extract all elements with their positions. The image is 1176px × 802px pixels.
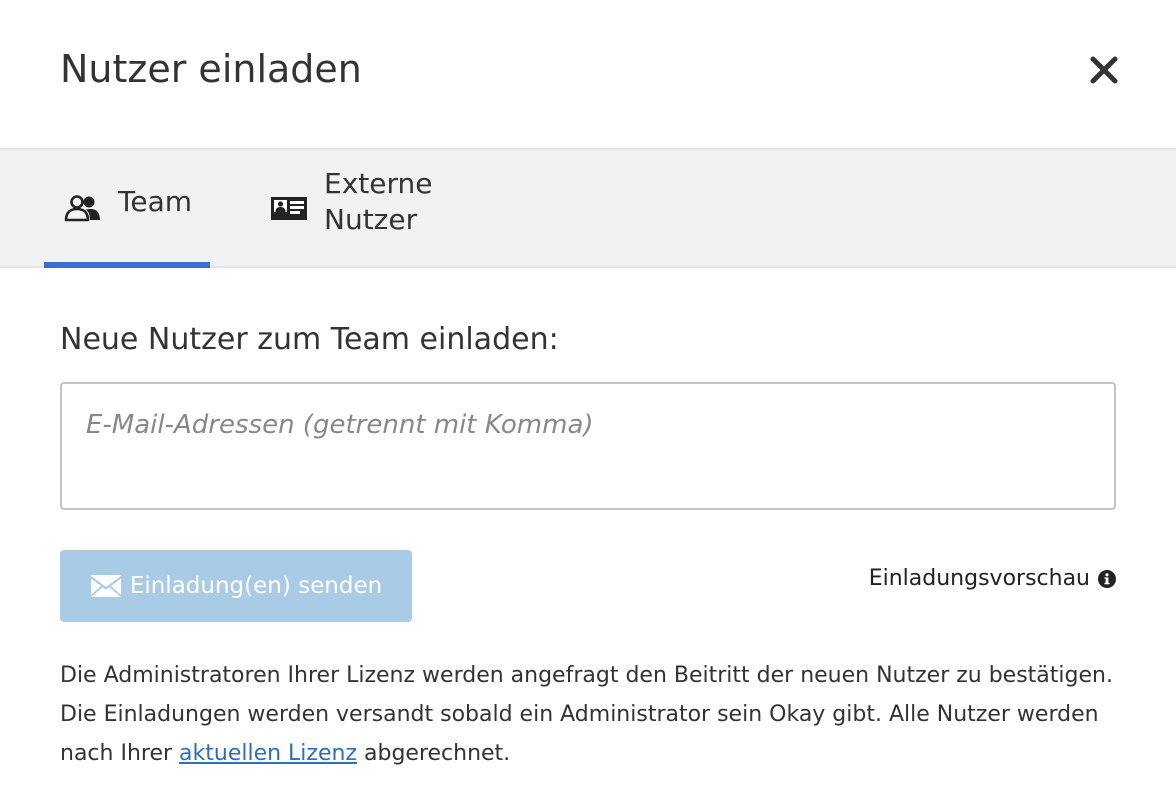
invite-heading: Neue Nutzer zum Team einladen: [60, 322, 559, 357]
license-info-after: abgerechnet. [357, 741, 511, 766]
email-addresses-input[interactable] [60, 382, 1116, 510]
tab-external-users[interactable]: Externe Nutzer [250, 150, 550, 266]
tab-team[interactable]: Team [44, 150, 210, 268]
license-info-text: Die Administratoren Ihrer Lizenz werden … [60, 656, 1120, 773]
invitation-preview-link[interactable]: Einladungsvorschau [869, 566, 1116, 591]
envelope-icon [90, 574, 122, 598]
tab-external-users-label: Externe Nutzer [324, 167, 433, 236]
id-card-icon [270, 194, 308, 222]
invite-users-dialog: Nutzer einladen Team Externe Nutzer Neue… [0, 0, 1176, 802]
users-icon [64, 194, 102, 222]
close-button[interactable] [1084, 50, 1124, 90]
dialog-header: Nutzer einladen [0, 0, 1176, 148]
send-invitations-label: Einladung(en) senden [129, 573, 383, 599]
dialog-title: Nutzer einladen [60, 47, 362, 91]
send-invitations-button[interactable]: Einladung(en) senden [60, 550, 412, 622]
tab-team-label: Team [118, 185, 193, 218]
invitation-preview-label: Einladungsvorschau [868, 566, 1090, 591]
info-icon [1098, 569, 1116, 588]
close-icon [1084, 50, 1124, 90]
tab-bar: Team Externe Nutzer [0, 148, 1176, 268]
current-license-link[interactable]: aktuellen Lizenz [179, 741, 357, 766]
